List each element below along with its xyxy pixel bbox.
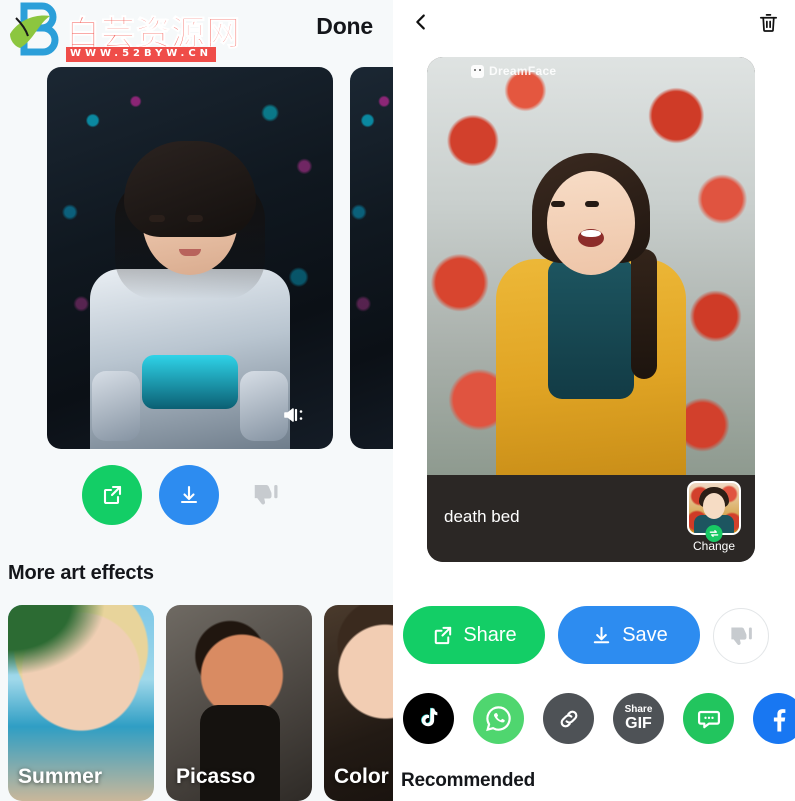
primary-action-row: Share Save (393, 606, 795, 666)
screenshot-root: Done More art effects Summer Picasso Col… (0, 0, 795, 801)
dreamface-watermark: DreamFace (471, 64, 556, 78)
carousel-item-current[interactable] (47, 67, 333, 449)
preview-face (547, 171, 635, 275)
left-result-panel: Done More art effects Summer Picasso Col… (0, 0, 393, 801)
share-gif-label-top: Share (624, 704, 653, 715)
share-box-arrow-icon (435, 626, 452, 644)
share-gif-icon[interactable]: Share GIF (613, 693, 664, 744)
speaker-mute-icon[interactable] (281, 401, 311, 429)
robot-mouth (179, 249, 201, 256)
preview-scarf (548, 259, 634, 399)
watermark-logo-icon (4, 2, 66, 60)
social-share-row: Share GIF (393, 693, 795, 745)
change-template-label: Change (692, 539, 736, 553)
trash-icon[interactable] (749, 3, 787, 41)
robot-artwork-figure (85, 119, 295, 449)
robot-artwork-background-next (350, 67, 393, 449)
robot-shoulder-left (92, 371, 140, 441)
thumbs-down-icon[interactable] (244, 473, 288, 517)
more-art-effects-title: More art effects (8, 562, 154, 584)
change-template-button[interactable]: Change (687, 481, 741, 553)
share-gif-label: Share GIF (625, 705, 653, 732)
preview-footer: death bed Change (427, 475, 755, 562)
art-effects-row[interactable]: Summer Picasso Color (0, 605, 393, 801)
thumbs-down-icon[interactable] (713, 608, 769, 664)
save-button[interactable] (159, 465, 219, 525)
save-button[interactable]: Save (558, 606, 700, 664)
robot-eye-left (149, 215, 165, 222)
share-gif-label-bottom: GIF (625, 715, 652, 732)
share-button[interactable]: Share (403, 606, 545, 664)
save-button-label: Save (622, 623, 668, 646)
site-watermark: 白芸资源网 WWW.52BYW.CN (0, 0, 250, 62)
robot-hair-front (124, 141, 256, 237)
facebook-icon[interactable] (753, 693, 795, 744)
whatsapp-icon[interactable] (473, 693, 524, 744)
preview-person (491, 145, 691, 475)
art-effect-label: Color (334, 765, 389, 788)
preview-eye-right (585, 201, 599, 207)
art-effect-tile-summer[interactable]: Summer (8, 605, 154, 801)
carousel-item-next[interactable] (350, 67, 393, 449)
right-share-panel: DreamFace death bed Change Share Save Sh… (393, 0, 795, 801)
watermark-url: WWW.52BYW.CN (66, 47, 217, 62)
tiktok-icon[interactable] (403, 693, 454, 744)
preview-mouth (578, 229, 604, 247)
preview-title: death bed (444, 507, 520, 526)
done-button[interactable]: Done (316, 10, 373, 42)
art-effect-label: Picasso (176, 765, 256, 788)
preview-photo: DreamFace (427, 57, 755, 475)
result-carousel[interactable] (0, 67, 393, 449)
preview-braid (631, 249, 657, 379)
message-icon[interactable] (683, 693, 734, 744)
download-icon (593, 626, 610, 643)
robot-chest-panel (142, 355, 238, 409)
recommended-title: Recommended (401, 770, 536, 791)
art-effect-label: Summer (18, 765, 103, 788)
share-button[interactable] (82, 465, 142, 525)
chevron-left-icon[interactable] (401, 2, 441, 42)
dreamface-smiley-icon (471, 64, 484, 78)
link-icon[interactable] (543, 693, 594, 744)
art-effect-tile-picasso[interactable]: Picasso (166, 605, 312, 801)
robot-eye-right (187, 215, 203, 222)
left-action-row (0, 465, 393, 527)
preview-eye-left (551, 201, 565, 207)
art-effect-tile-color[interactable]: Color (324, 605, 393, 801)
result-preview-card[interactable]: DreamFace death bed Change (427, 57, 755, 562)
right-top-bar (393, 0, 795, 54)
share-button-label: Share (463, 623, 517, 646)
dreamface-watermark-label: DreamFace (489, 64, 557, 78)
